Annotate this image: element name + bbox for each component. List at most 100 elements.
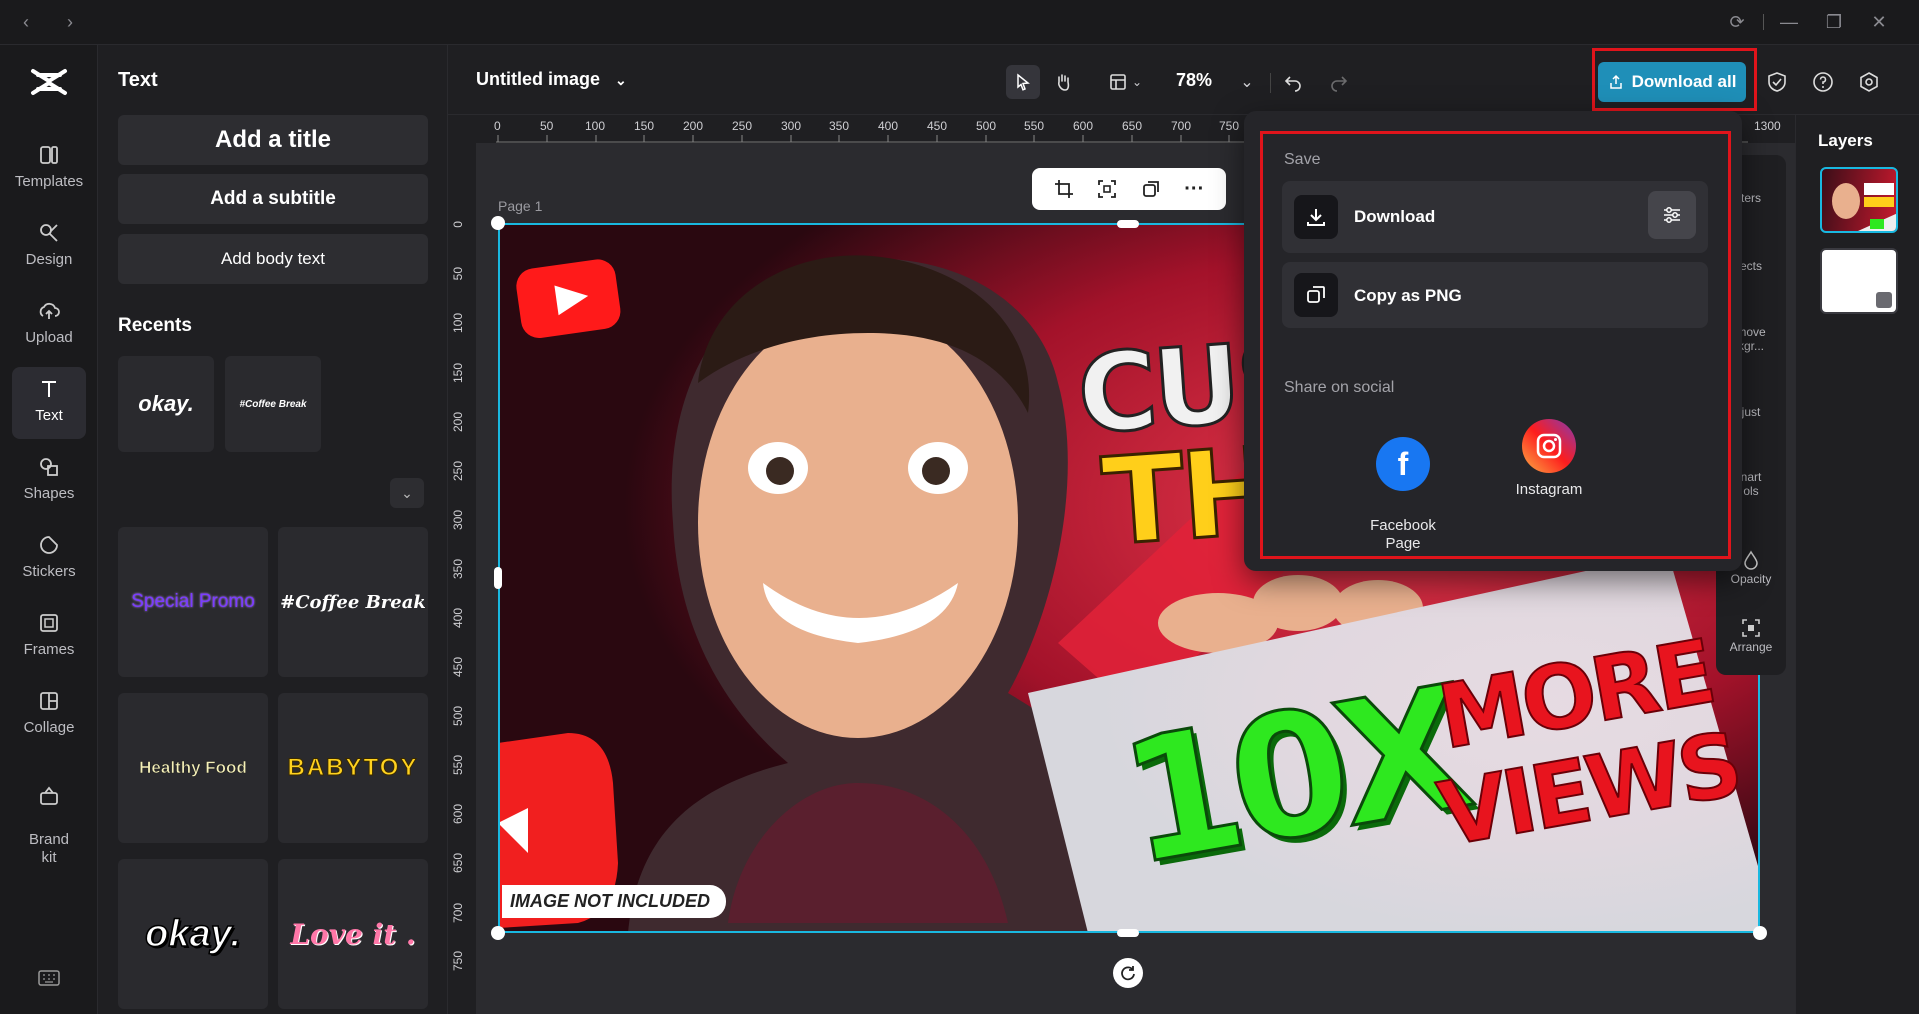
text-icon bbox=[42, 381, 56, 397]
ruler-tick-label: 0 bbox=[451, 221, 465, 228]
document-title[interactable]: Untitled image ⌄ bbox=[476, 69, 627, 90]
ruler-tick-label: 100 bbox=[451, 313, 465, 334]
zoom-dropdown-icon[interactable]: ⌄ bbox=[1230, 65, 1264, 99]
rail-frames[interactable]: Frames bbox=[12, 601, 86, 673]
ruler-tick-label: 1300 bbox=[1754, 119, 1781, 133]
rail-label: Templates bbox=[14, 173, 84, 190]
ruler-tick-label: 450 bbox=[451, 657, 465, 678]
tool-arrange[interactable]: Arrange bbox=[1716, 618, 1786, 654]
frames-icon bbox=[40, 614, 58, 632]
text-style-tile[interactable]: #Coffee Break bbox=[278, 527, 428, 677]
text-style-label: okay. bbox=[144, 912, 241, 956]
brand-kit-icon bbox=[40, 786, 58, 805]
hand-tool-icon[interactable] bbox=[1046, 65, 1080, 99]
rail-templates[interactable]: Templates bbox=[12, 133, 86, 205]
text-style-tile[interactable]: okay. bbox=[118, 859, 268, 1009]
rail-label: Shapes bbox=[23, 485, 75, 502]
tool-label: ters bbox=[1740, 191, 1761, 205]
more-options-icon[interactable]: ··· bbox=[1184, 179, 1204, 199]
ruler-tick-label: 650 bbox=[1122, 119, 1143, 133]
crop-icon[interactable] bbox=[1054, 179, 1074, 199]
resize-handle[interactable] bbox=[1753, 926, 1767, 940]
chevron-down-icon[interactable]: ⌄ bbox=[390, 478, 424, 508]
resize-handle[interactable] bbox=[1117, 220, 1139, 228]
ruler-tick-label: 250 bbox=[732, 119, 753, 133]
text-style-tile[interactable]: Love it . bbox=[278, 859, 428, 1009]
resize-handle[interactable] bbox=[1117, 929, 1139, 937]
ruler-tick-label: 150 bbox=[634, 119, 655, 133]
duplicate-icon[interactable] bbox=[1141, 179, 1161, 199]
rail-brand-kit[interactable]: Brand kit bbox=[12, 757, 86, 866]
close-icon[interactable]: ✕ bbox=[1867, 10, 1891, 34]
add-subtitle-button[interactable]: Add a subtitle bbox=[118, 174, 428, 224]
layout-menu-icon[interactable]: ⌄ bbox=[1100, 65, 1150, 99]
add-body-text-button[interactable]: Add body text bbox=[118, 234, 428, 284]
layers-title: Layers bbox=[1818, 131, 1873, 150]
ruler-vertical: 0 50 100 150 200 250 300 350 400 450 500… bbox=[448, 143, 476, 1014]
templates-icon bbox=[40, 146, 58, 164]
zoom-level[interactable]: 78% bbox=[1176, 70, 1212, 91]
rail-upload[interactable]: Upload bbox=[12, 289, 86, 361]
ruler-tick-label: 300 bbox=[781, 119, 802, 133]
collage-icon bbox=[40, 692, 58, 710]
recent-item-label: #Coffee Break bbox=[239, 398, 307, 410]
text-style-label: BABYTOY bbox=[287, 754, 419, 782]
tool-label: nart ols bbox=[1740, 470, 1762, 498]
text-style-tile[interactable]: BABYTOY bbox=[278, 693, 428, 843]
forward-icon[interactable]: › bbox=[58, 10, 82, 34]
ruler-tick-label: 300 bbox=[451, 510, 465, 531]
layer-thumbnail[interactable] bbox=[1820, 167, 1898, 233]
image-not-included-badge: IMAGE NOT INCLUDED bbox=[502, 885, 726, 918]
rail-text[interactable]: Text bbox=[12, 367, 86, 439]
select-tool-icon[interactable] bbox=[1006, 65, 1040, 99]
layers-panel: Layers bbox=[1795, 115, 1919, 1014]
undo-icon[interactable] bbox=[1276, 65, 1310, 99]
rail-label: Frames bbox=[23, 641, 75, 658]
tool-label: Arrange bbox=[1729, 640, 1773, 654]
rotate-icon[interactable] bbox=[1113, 958, 1143, 988]
help-icon[interactable] bbox=[1806, 65, 1840, 99]
resize-handle[interactable] bbox=[491, 216, 505, 230]
rail-label: Text bbox=[35, 407, 63, 424]
tool-label: Opacity bbox=[1730, 572, 1772, 586]
ruler-tick-label: 500 bbox=[451, 706, 465, 727]
add-title-button[interactable]: Add a title bbox=[118, 115, 428, 165]
ruler-tick-label: 700 bbox=[451, 903, 465, 924]
rail-collage[interactable]: Collage bbox=[12, 679, 86, 751]
settings-icon[interactable] bbox=[1852, 65, 1886, 99]
capcut-logo[interactable] bbox=[30, 65, 68, 99]
recent-item[interactable]: #Coffee Break bbox=[225, 356, 321, 452]
text-style-label: Healthy Food bbox=[139, 758, 247, 778]
reload-icon[interactable]: ⟳ bbox=[1725, 10, 1749, 34]
redo-icon[interactable] bbox=[1322, 65, 1356, 99]
document-title-text: Untitled image bbox=[476, 69, 601, 89]
rail-design[interactable]: Design bbox=[12, 211, 86, 283]
rail-stickers[interactable]: Stickers bbox=[12, 523, 86, 595]
restore-icon[interactable]: ❐ bbox=[1822, 10, 1846, 34]
tool-label: ects bbox=[1739, 259, 1762, 273]
ruler-tick-label: 150 bbox=[451, 363, 465, 384]
rail-label: Design bbox=[25, 251, 73, 268]
resize-handle[interactable] bbox=[494, 567, 502, 589]
recent-item[interactable]: okay. bbox=[118, 356, 214, 452]
text-style-tile[interactable]: Special Promo bbox=[118, 527, 268, 677]
back-icon[interactable]: ‹ bbox=[14, 10, 38, 34]
keyboard-icon[interactable] bbox=[38, 970, 60, 991]
floating-toolbar: ··· bbox=[1032, 168, 1226, 210]
minimize-icon[interactable]: — bbox=[1777, 10, 1801, 34]
ruler-tick-label: 0 bbox=[494, 119, 501, 133]
focus-icon[interactable] bbox=[1097, 179, 1117, 199]
ruler-tick-label: 200 bbox=[451, 412, 465, 433]
layer-thumbnail[interactable] bbox=[1820, 248, 1898, 314]
ruler-tick-label: 200 bbox=[683, 119, 704, 133]
text-style-tile[interactable]: Healthy Food bbox=[118, 693, 268, 843]
divider bbox=[1763, 14, 1764, 30]
shapes-icon bbox=[40, 458, 58, 476]
ruler-tick-label: 500 bbox=[976, 119, 997, 133]
ruler-tick-label: 250 bbox=[451, 461, 465, 482]
rail-shapes[interactable]: Shapes bbox=[12, 445, 86, 517]
upload-icon bbox=[39, 302, 60, 319]
resize-handle[interactable] bbox=[491, 926, 505, 940]
shield-icon[interactable] bbox=[1760, 65, 1794, 99]
text-style-label: Love it . bbox=[290, 917, 416, 951]
